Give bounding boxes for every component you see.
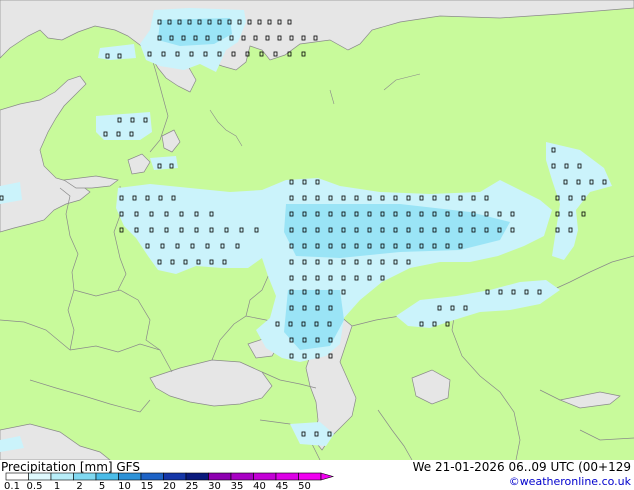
legend-label: 1	[54, 481, 60, 490]
legend-label: 30	[208, 481, 221, 490]
legend-label: 50	[298, 481, 311, 490]
precipitation-map	[0, 0, 634, 460]
precip-estonia	[150, 156, 178, 170]
legend-label: 0.5	[27, 481, 43, 490]
legend-label: 5	[99, 481, 105, 490]
legend-swatch	[5, 472, 29, 481]
legend-label: 35	[231, 481, 244, 490]
legend-swatch	[140, 472, 164, 481]
legend-label: 25	[186, 481, 199, 490]
legend-swatch	[208, 472, 232, 481]
precipitation-legend: 0.1 0.5 1 2 5 10 15 20 25 30 35 40 45 50	[4, 472, 335, 490]
legend-swatch	[230, 472, 254, 481]
legend-swatch	[73, 472, 97, 481]
legend-swatch	[163, 472, 187, 481]
legend-swatch	[50, 472, 74, 481]
legend-label: 15	[141, 481, 154, 490]
legend-swatch	[298, 472, 322, 481]
legend-label: 0.1	[4, 481, 20, 490]
legend-label: 40	[253, 481, 266, 490]
legend-swatch	[28, 472, 52, 481]
legend-label: 10	[118, 481, 131, 490]
legend-swatch	[95, 472, 119, 481]
legend-swatch	[185, 472, 209, 481]
legend-label: 45	[276, 481, 289, 490]
legend-swatch	[275, 472, 299, 481]
legend-label: 2	[76, 481, 82, 490]
legend-swatch	[253, 472, 277, 481]
legend-swatch	[118, 472, 142, 481]
legend-label: 20	[163, 481, 176, 490]
legend-arrow	[320, 472, 335, 481]
